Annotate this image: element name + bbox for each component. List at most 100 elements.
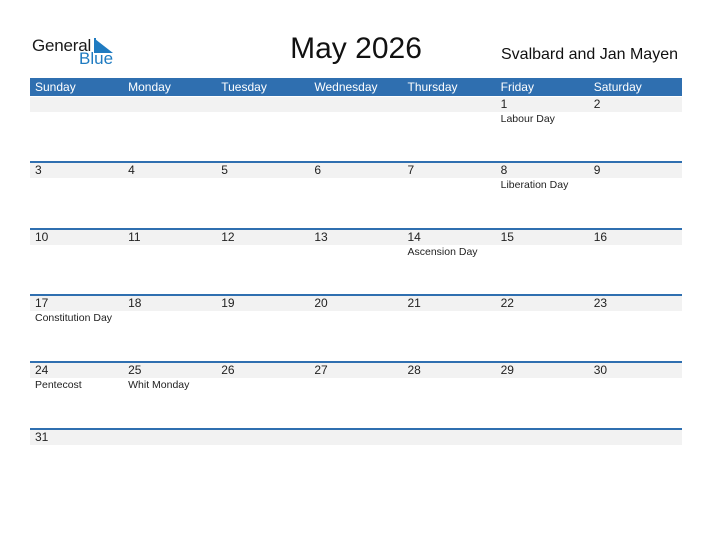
week-row: 24 Pentecost 25 Whit Monday 26 27 28 29 30: [30, 361, 682, 427]
day-number: [309, 97, 403, 112]
day-cell: 24 Pentecost: [30, 363, 124, 427]
day-number: [588, 430, 682, 445]
day-cell: [216, 430, 310, 494]
day-number: 16: [588, 230, 682, 245]
day-number: 21: [402, 296, 496, 311]
day-cell: 31: [30, 430, 124, 494]
day-number: 3: [30, 163, 124, 178]
week-row: 31: [30, 428, 682, 494]
day-cell: [123, 430, 217, 494]
day-number: 31: [30, 430, 124, 445]
holiday-label: Labour Day: [500, 113, 555, 125]
day-number: 24: [30, 363, 124, 378]
day-cell: 10: [30, 230, 124, 294]
day-number: [402, 97, 496, 112]
day-cell: 8 Liberation Day: [495, 163, 589, 227]
day-cell: 9: [588, 163, 682, 227]
day-cell: [216, 97, 310, 163]
day-cell: 11: [123, 230, 217, 294]
day-number: [216, 97, 310, 112]
week-row: 17 Constitution Day 18 19 20 21 22 23: [30, 294, 682, 360]
day-number: 10: [30, 230, 124, 245]
day-number: 28: [402, 363, 496, 378]
day-cell: [309, 97, 403, 163]
day-cell: 17 Constitution Day: [30, 296, 124, 360]
day-number: [30, 97, 124, 112]
day-cell: 27: [309, 363, 403, 427]
day-cell: [402, 430, 496, 494]
holiday-label: Constitution Day: [35, 312, 113, 324]
day-number: 27: [309, 363, 403, 378]
day-cell: [309, 430, 403, 494]
holiday-label: Pentecost: [35, 379, 82, 391]
day-number: [123, 430, 217, 445]
day-number: 2: [588, 97, 682, 112]
day-number: 23: [588, 296, 682, 311]
day-number: [123, 97, 217, 112]
day-cell: 14 Ascension Day: [402, 230, 496, 294]
day-number: 30: [588, 363, 682, 378]
weekday-wednesday: Wednesday: [314, 80, 378, 94]
day-number: [402, 430, 496, 445]
region-name: Svalbard and Jan Mayen: [501, 46, 678, 63]
day-number: [216, 430, 310, 445]
day-number: [309, 430, 403, 445]
weekday-friday: Friday: [500, 80, 534, 94]
day-cell: 13: [309, 230, 403, 294]
holiday-label: Ascension Day: [407, 246, 478, 258]
day-cell: 28: [402, 363, 496, 427]
day-cell: 16: [588, 230, 682, 294]
day-cell: 30: [588, 363, 682, 427]
day-number: 13: [309, 230, 403, 245]
day-number: 6: [309, 163, 403, 178]
holiday-label: Liberation Day: [500, 179, 569, 191]
day-number: 22: [495, 296, 589, 311]
day-cell: 15: [495, 230, 589, 294]
weekday-saturday: Saturday: [593, 80, 642, 94]
weekday-header: Sunday Monday Tuesday Wednesday Thursday…: [30, 78, 682, 96]
day-number: 19: [216, 296, 310, 311]
day-cell: 29: [495, 363, 589, 427]
day-number: 1: [495, 97, 589, 112]
day-cell: 25 Whit Monday: [123, 363, 217, 427]
week-row: 10 11 12 13 14 Ascension Day 15 16: [30, 228, 682, 294]
weekday-sunday: Sunday: [35, 80, 76, 94]
day-cell: [588, 430, 682, 494]
day-cell: 1 Labour Day: [495, 97, 589, 163]
day-number: [495, 430, 589, 445]
day-number: 20: [309, 296, 403, 311]
weekday-monday: Monday: [128, 80, 171, 94]
day-cell: 7: [402, 163, 496, 227]
day-number: 25: [123, 363, 217, 378]
week-row: 1 Labour Day 2: [30, 97, 682, 163]
day-cell: 22: [495, 296, 589, 360]
day-number: 5: [216, 163, 310, 178]
day-number: 17: [30, 296, 124, 311]
day-number: 15: [495, 230, 589, 245]
day-cell: 26: [216, 363, 310, 427]
weekday-thursday: Thursday: [407, 80, 458, 94]
day-number: 8: [495, 163, 589, 178]
day-cell: 19: [216, 296, 310, 360]
day-cell: [402, 97, 496, 163]
day-cell: 21: [402, 296, 496, 360]
day-cell: [495, 430, 589, 494]
day-cell: [30, 97, 124, 163]
weekday-tuesday: Tuesday: [221, 80, 267, 94]
day-cell: 6: [309, 163, 403, 227]
day-number: 14: [402, 230, 496, 245]
day-number: 29: [495, 363, 589, 378]
day-number: 4: [123, 163, 217, 178]
day-number: 11: [123, 230, 217, 245]
day-cell: 5: [216, 163, 310, 227]
day-number: 26: [216, 363, 310, 378]
week-row: 3 4 5 6 7 8 Liberation Day 9: [30, 161, 682, 227]
day-cell: 23: [588, 296, 682, 360]
day-number: 9: [588, 163, 682, 178]
day-number: 7: [402, 163, 496, 178]
day-cell: 3: [30, 163, 124, 227]
day-cell: [123, 97, 217, 163]
day-cell: 2: [588, 97, 682, 163]
day-cell: 20: [309, 296, 403, 360]
day-number: 12: [216, 230, 310, 245]
